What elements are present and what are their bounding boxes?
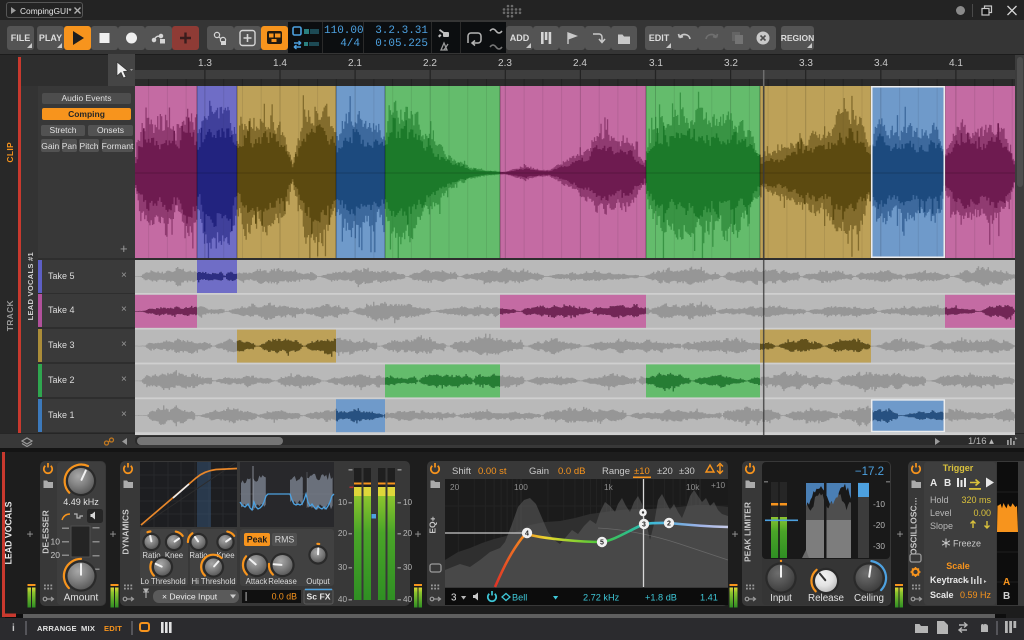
svg-text:Attack: Attack [246, 577, 268, 586]
svg-text:±20: ±20 [657, 466, 673, 477]
svg-text:Input: Input [770, 593, 792, 604]
svg-text:+: + [896, 527, 903, 541]
svg-text:EQ+: EQ+ [428, 516, 438, 533]
svg-text:B: B [1003, 591, 1010, 602]
svg-text:-30: -30 [873, 541, 885, 551]
svg-text:+: + [109, 527, 116, 541]
svg-text:Hi Threshold: Hi Threshold [191, 577, 235, 586]
svg-text:10: 10 [338, 498, 348, 507]
svg-text:−17.2: −17.2 [855, 466, 884, 478]
svg-text:±30: ±30 [679, 466, 695, 477]
svg-text:30: 30 [338, 563, 348, 572]
svg-text:2: 2 [667, 521, 671, 528]
svg-text:Release: Release [808, 593, 844, 604]
svg-text:4: 4 [525, 531, 529, 538]
svg-text:10k: 10k [686, 482, 700, 492]
svg-text:DE-ESSER: DE-ESSER [41, 510, 51, 553]
svg-text:10: 10 [403, 498, 413, 507]
svg-text:A: A [1003, 577, 1010, 588]
svg-text:Freeze: Freeze [953, 539, 981, 549]
svg-text:Keytrack: Keytrack [930, 575, 969, 585]
svg-text:Output: Output [306, 577, 330, 586]
svg-text:0.00: 0.00 [973, 508, 991, 518]
svg-text:Trigger: Trigger [943, 463, 974, 473]
svg-text:0.0 dB: 0.0 dB [558, 466, 585, 477]
svg-text:Level: Level [930, 508, 952, 518]
svg-text:-20: -20 [873, 520, 885, 530]
svg-text:2.72 kHz: 2.72 kHz [583, 593, 620, 603]
svg-text:+10: +10 [711, 480, 725, 490]
svg-text:20: 20 [450, 482, 460, 492]
svg-text:OSCILLOSC…: OSCILLOSC… [909, 497, 919, 555]
svg-text:10: 10 [51, 537, 61, 547]
svg-text:× Device Input: × Device Input [162, 592, 218, 602]
svg-text:320 ms: 320 ms [961, 495, 991, 505]
svg-text:RMS: RMS [275, 535, 295, 545]
svg-text:+: + [26, 527, 33, 541]
svg-text:1k: 1k [604, 482, 614, 492]
svg-text:-10: -10 [873, 499, 885, 509]
svg-text:LEAD VOCALS: LEAD VOCALS [4, 501, 14, 564]
svg-text:PEAK LIMITER: PEAK LIMITER [743, 502, 753, 562]
svg-text:3: 3 [451, 593, 457, 604]
svg-text:5: 5 [600, 540, 604, 547]
svg-text:100: 100 [514, 482, 528, 492]
svg-text:Slope: Slope [930, 521, 953, 531]
svg-text:A: A [930, 478, 937, 489]
svg-text:Bell: Bell [512, 593, 527, 603]
svg-text:Sc FX: Sc FX [307, 592, 331, 602]
svg-text:4.49 kHz: 4.49 kHz [63, 497, 99, 507]
svg-text:DYNAMICS: DYNAMICS [121, 509, 131, 555]
svg-text:Hold: Hold [930, 495, 949, 505]
svg-text:40: 40 [338, 595, 348, 604]
svg-text:30: 30 [403, 563, 413, 572]
svg-text:Amount: Amount [64, 593, 99, 604]
svg-text:0.00 st: 0.00 st [478, 466, 507, 477]
svg-text:B: B [944, 478, 951, 489]
svg-text:Scale: Scale [946, 561, 970, 571]
svg-text:0.0 dB: 0.0 dB [272, 592, 298, 602]
svg-text:+: + [731, 527, 738, 541]
svg-text:Release: Release [268, 577, 297, 586]
svg-text:Lo Threshold: Lo Threshold [140, 577, 185, 586]
svg-text:Range: Range [602, 466, 630, 477]
svg-text:Shift: Shift [452, 466, 471, 477]
svg-text:Scale: Scale [930, 590, 954, 600]
svg-text:1.41: 1.41 [700, 593, 718, 603]
svg-text:20: 20 [51, 550, 61, 560]
svg-text:3: 3 [642, 522, 646, 529]
svg-text:+: + [414, 527, 421, 541]
svg-text:Peak: Peak [247, 535, 268, 545]
svg-text:+1.8 dB: +1.8 dB [645, 593, 677, 603]
svg-text:Gain: Gain [529, 466, 549, 477]
svg-text:Ceiling: Ceiling [854, 593, 884, 604]
svg-text:0.59 Hz: 0.59 Hz [960, 590, 992, 600]
svg-text:40: 40 [403, 595, 413, 604]
svg-text:20: 20 [338, 529, 348, 538]
svg-text:±10: ±10 [634, 466, 650, 477]
svg-text:20: 20 [403, 529, 413, 538]
